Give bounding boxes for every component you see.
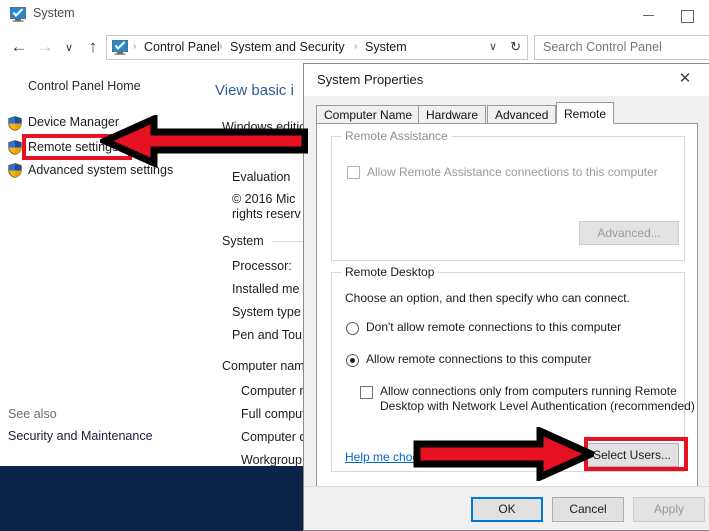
computer-description-label: Computer d bbox=[241, 430, 306, 444]
system-monitor-icon bbox=[10, 7, 26, 22]
see-also-title: See also bbox=[8, 407, 57, 421]
sidebar-item-device-manager[interactable]: Device Manager bbox=[28, 115, 119, 129]
select-users-button[interactable]: Select Users... bbox=[585, 443, 679, 467]
advanced-button[interactable]: Advanced... bbox=[579, 221, 679, 245]
dialog-tab-strip: Computer Name Hardware Advanced Remote bbox=[316, 102, 698, 124]
sidebar-item-advanced-system-settings[interactable]: Advanced system settings bbox=[28, 163, 173, 177]
dont-allow-remote-connections-radio[interactable] bbox=[346, 322, 359, 335]
shield-icon bbox=[8, 140, 22, 155]
breadcrumb-chevron-down-icon[interactable]: ∨ bbox=[489, 40, 497, 53]
shield-icon bbox=[8, 116, 22, 131]
pen-and-touch-label: Pen and Tou bbox=[232, 328, 302, 342]
dont-allow-remote-connections-label: Don't allow remote connections to this c… bbox=[366, 320, 621, 334]
full-computer-name-label: Full comput bbox=[241, 407, 306, 421]
recent-locations-button[interactable]: ∨ bbox=[60, 34, 78, 68]
remote-assistance-legend: Remote Assistance bbox=[341, 129, 452, 143]
tab-advanced[interactable]: Advanced bbox=[487, 105, 556, 124]
dialog-title-bar: System Properties ✕ bbox=[304, 64, 709, 96]
installed-memory-label: Installed me bbox=[232, 282, 299, 296]
screen-root: System ← → ∨ ↑ › Control Panel › System … bbox=[0, 0, 709, 531]
workgroup-label: Workgroup: bbox=[241, 453, 305, 467]
refresh-icon[interactable]: ↻ bbox=[510, 39, 521, 55]
network-level-authentication-checkbox[interactable] bbox=[360, 386, 373, 399]
explorer-window-title: System bbox=[33, 6, 75, 20]
remote-tab-page: Remote Assistance Allow Remote Assistanc… bbox=[316, 123, 698, 490]
close-icon[interactable]: ✕ bbox=[664, 64, 706, 94]
remote-desktop-legend: Remote Desktop bbox=[341, 265, 438, 279]
explorer-title-bar: System bbox=[0, 0, 709, 30]
address-breadcrumb-bar[interactable]: › Control Panel › System and Security › … bbox=[106, 35, 528, 60]
sidebar-item-control-panel-home[interactable]: Control Panel Home bbox=[28, 79, 141, 93]
windows-edition-label: Windows editio bbox=[222, 120, 306, 134]
back-button[interactable]: ← bbox=[8, 34, 30, 68]
remote-desktop-description: Choose an option, and then specify who c… bbox=[345, 291, 630, 305]
allow-remote-connections-radio[interactable] bbox=[346, 354, 359, 367]
minimize-button[interactable] bbox=[630, 0, 668, 30]
system-section-title: System bbox=[222, 234, 264, 248]
computer-name-label: Computer n bbox=[241, 384, 306, 398]
breadcrumb-item-control-panel[interactable]: Control Panel bbox=[144, 40, 220, 54]
ok-button[interactable]: OK bbox=[471, 497, 543, 522]
cancel-button[interactable]: Cancel bbox=[552, 497, 624, 522]
system-properties-dialog: System Properties ✕ Computer Name Hardwa… bbox=[303, 63, 709, 531]
tab-hardware[interactable]: Hardware bbox=[418, 105, 486, 124]
dialog-title: System Properties bbox=[317, 72, 423, 87]
shield-icon bbox=[8, 163, 22, 178]
search-placeholder: Search Control Panel bbox=[543, 40, 662, 54]
nla-label-line-1: Allow connections only from computers ru… bbox=[380, 384, 677, 398]
breadcrumb-system-icon bbox=[112, 40, 128, 55]
tab-remote[interactable]: Remote bbox=[556, 102, 614, 124]
help-me-choose-link[interactable]: Help me choose bbox=[345, 450, 432, 464]
breadcrumb-separator: › bbox=[354, 41, 357, 52]
copyright-line-2: rights reserv bbox=[232, 207, 301, 221]
copyright-line-1: © 2016 Mic bbox=[232, 192, 295, 206]
dialog-footer: OK Cancel Apply bbox=[304, 486, 709, 530]
up-button[interactable]: ↑ bbox=[82, 34, 104, 68]
forward-button[interactable]: → bbox=[34, 34, 56, 68]
system-type-label: System type bbox=[232, 305, 301, 319]
sidebar-item-security-and-maintenance[interactable]: Security and Maintenance bbox=[8, 429, 153, 443]
computer-name-section-title: Computer nam bbox=[222, 359, 305, 373]
processor-label: Processor: bbox=[232, 259, 292, 273]
page-title: View basic i bbox=[215, 82, 294, 99]
apply-button[interactable]: Apply bbox=[633, 497, 705, 522]
breadcrumb-item-system[interactable]: System bbox=[365, 40, 407, 54]
allow-remote-connections-label: Allow remote connections to this compute… bbox=[366, 352, 591, 366]
maximize-button[interactable] bbox=[668, 0, 706, 30]
breadcrumb-separator: › bbox=[133, 41, 136, 52]
allow-remote-assistance-label: Allow Remote Assistance connections to t… bbox=[367, 165, 658, 179]
breadcrumb-item-system-and-security[interactable]: System and Security bbox=[230, 40, 345, 54]
edition-value: Evaluation bbox=[232, 170, 290, 184]
sidebar-item-remote-settings[interactable]: Remote settings bbox=[28, 140, 118, 154]
nla-label-line-2: Desktop with Network Level Authenticatio… bbox=[380, 399, 695, 413]
search-input[interactable]: Search Control Panel bbox=[534, 35, 709, 60]
allow-remote-assistance-checkbox[interactable] bbox=[347, 166, 360, 179]
tab-computer-name[interactable]: Computer Name bbox=[316, 105, 420, 124]
breadcrumb-separator: › bbox=[219, 41, 222, 52]
